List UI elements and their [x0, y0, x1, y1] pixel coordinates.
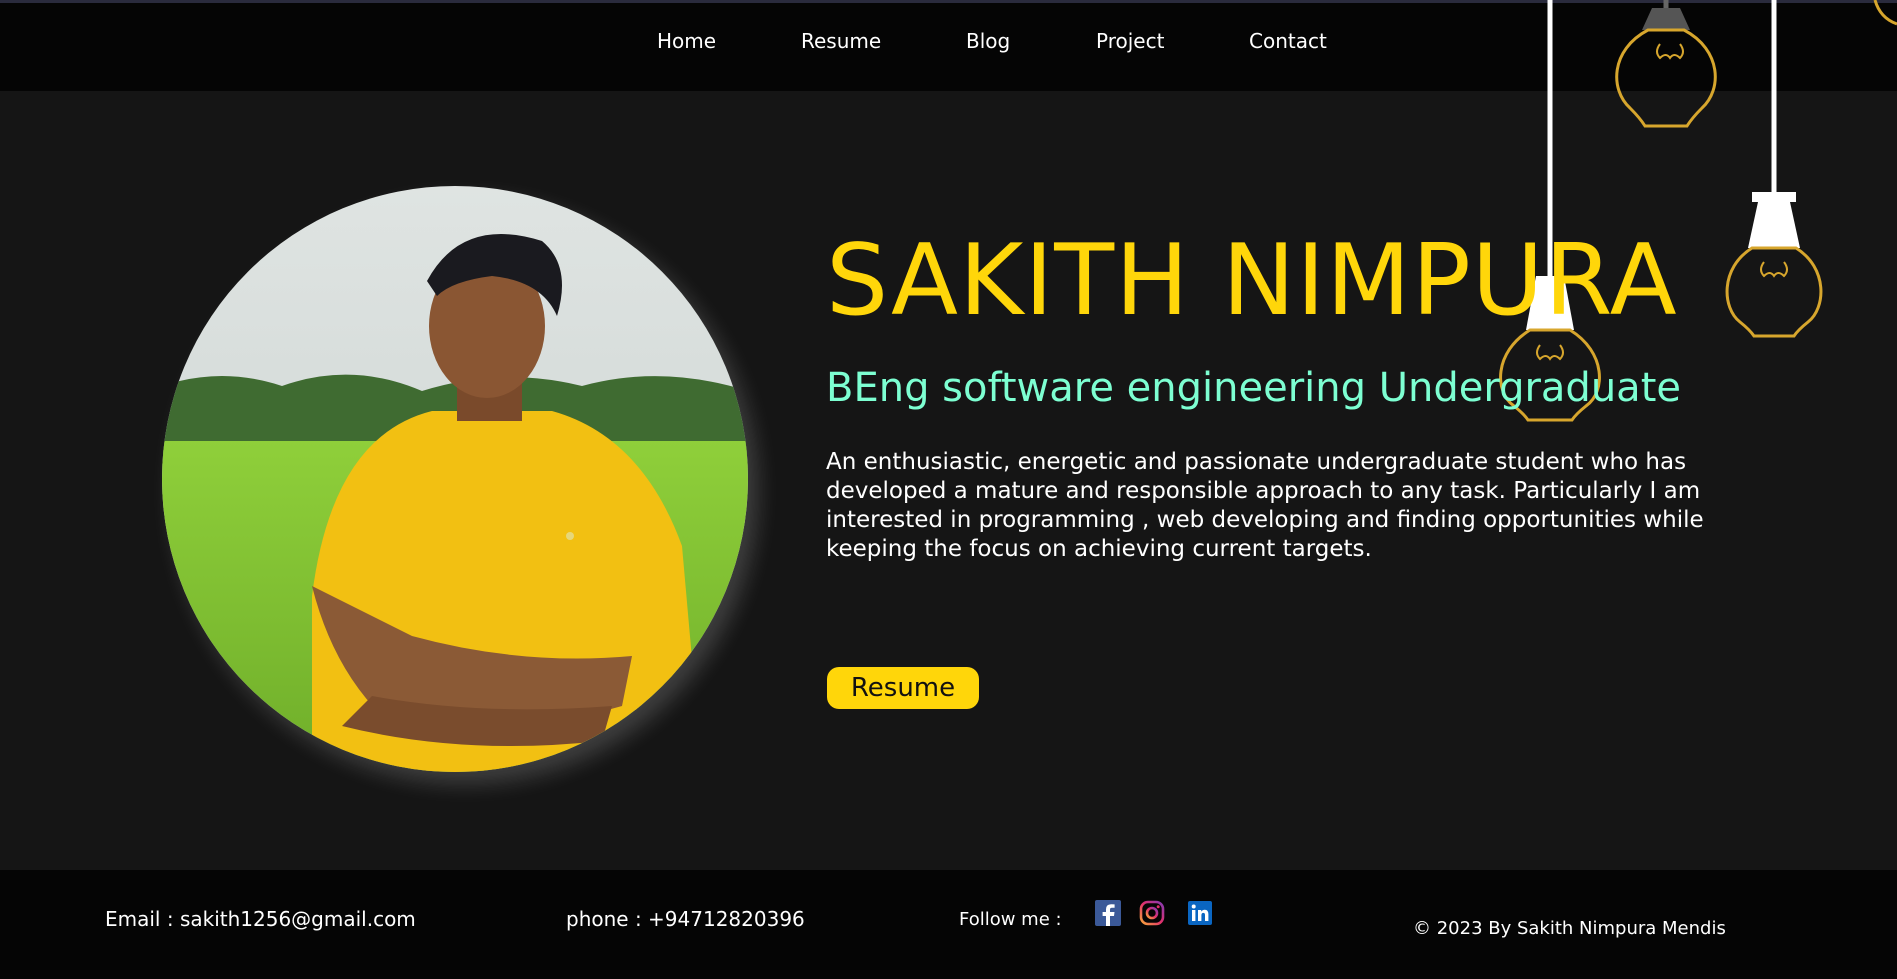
linkedin-icon[interactable] [1186, 899, 1214, 927]
hero-bio: An enthusiastic, energetic and passionat… [826, 449, 1704, 562]
footer-follow-label: Follow me : [959, 909, 1062, 930]
hero-subtitle: BEng software engineering Undergraduate [826, 365, 1681, 411]
footer-email[interactable]: Email : sakith1256@gmail.com [105, 907, 416, 931]
facebook-icon[interactable] [1094, 899, 1122, 927]
nav-contact[interactable]: Contact [1249, 29, 1327, 53]
nav-blog[interactable]: Blog [966, 29, 1010, 53]
profile-photo-illustration [162, 186, 748, 772]
nav-project[interactable]: Project [1096, 29, 1164, 53]
footer-copyright: © 2023 By Sakith Nimpura Mendis [1413, 918, 1726, 939]
profile-photo [162, 186, 748, 772]
nav-resume[interactable]: Resume [801, 29, 881, 53]
main-nav: Home Resume Blog Project Contact [0, 3, 1897, 81]
instagram-icon[interactable] [1138, 899, 1166, 927]
nav-home[interactable]: Home [657, 29, 716, 53]
site-header: Home Resume Blog Project Contact [0, 3, 1897, 91]
resume-button[interactable]: Resume [827, 667, 979, 709]
footer-phone: phone : +94712820396 [566, 907, 805, 931]
hero-name: SAKITH NIMPURA [826, 224, 1678, 338]
